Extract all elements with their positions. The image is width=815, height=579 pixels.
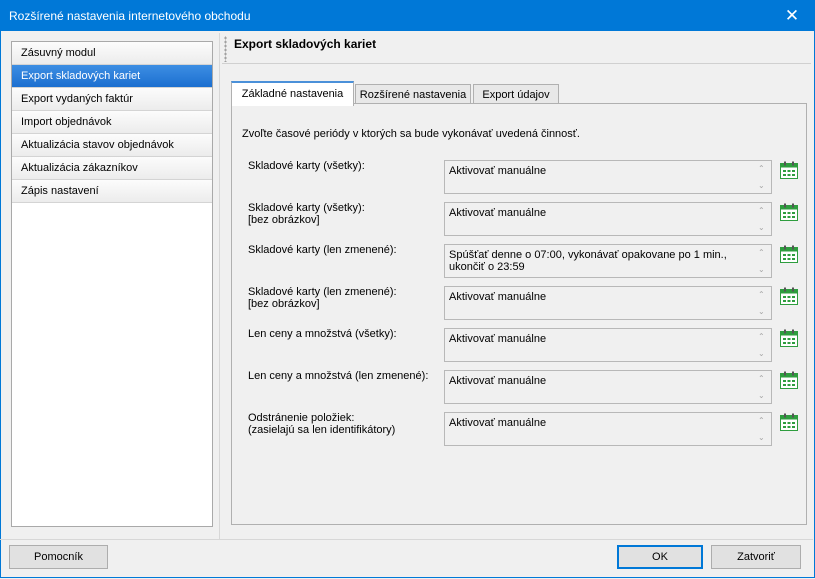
scroll-down-arrow-icon[interactable]: ⌄ xyxy=(758,223,765,232)
calendar-schedule-icon[interactable] xyxy=(779,245,799,264)
tab[interactable]: Rozšírené nastavenia xyxy=(355,84,471,105)
help-button[interactable]: Pomocník xyxy=(9,545,108,569)
sidebar-item[interactable]: Zápis nastavení xyxy=(12,180,212,203)
title-bar: Rozšírené nastavenia internetového obcho… xyxy=(0,0,815,31)
scrollbar[interactable]: ⌃ ⌄ xyxy=(754,162,770,192)
scrollbar[interactable]: ⌃ ⌄ xyxy=(754,204,770,234)
schedule-field[interactable]: Aktivovať manuálne ⌃ ⌄ xyxy=(444,160,772,194)
scroll-down-arrow-icon[interactable]: ⌄ xyxy=(758,391,765,400)
row-label: Skladové karty (len zmenené): [bez obrázk… xyxy=(248,286,397,310)
row-label: Odstránenie položiek: (zasielajú sa len i… xyxy=(248,412,395,436)
row-label-sub: [bez obrázkov] xyxy=(248,298,320,310)
schedule-value: Aktivovať manuálne xyxy=(449,165,547,177)
row-label-main: Len ceny a množstvá (len zmenené): xyxy=(248,370,429,382)
row-label: Skladové karty (všetky): xyxy=(248,160,365,172)
scroll-down-arrow-icon[interactable]: ⌄ xyxy=(758,181,765,190)
scrollbar[interactable]: ⌃ ⌄ xyxy=(754,414,770,444)
scroll-up-arrow-icon[interactable]: ⌃ xyxy=(758,206,765,215)
sidebar-item[interactable]: Export vydaných faktúr xyxy=(12,88,212,111)
schedule-value: Spúšťať denne o 07:00, vykonávať opakova… xyxy=(449,249,727,273)
close-button[interactable]: Zatvoriť xyxy=(711,545,801,569)
scrollbar[interactable]: ⌃ ⌄ xyxy=(754,246,770,276)
schedule-value: Aktivovať manuálne xyxy=(449,207,547,219)
scrollbar[interactable]: ⌃ ⌄ xyxy=(754,372,770,402)
tab[interactable]: Základné nastavenia xyxy=(231,81,354,106)
calendar-schedule-icon[interactable] xyxy=(779,371,799,390)
row-label-main: Skladové karty (len zmenené): xyxy=(248,244,397,256)
section-title: Export skladových kariet xyxy=(234,37,377,51)
row-label-sub: [bez obrázkov] xyxy=(248,214,320,226)
scroll-up-arrow-icon[interactable]: ⌃ xyxy=(758,248,765,257)
section-header: Export skladových kariet xyxy=(222,33,811,64)
row-label-main: Skladové karty (všetky): xyxy=(248,160,365,172)
grip-icon xyxy=(224,36,227,62)
intro-text: Zvoľte časové periódy v ktorých sa bude … xyxy=(242,128,580,140)
scroll-down-arrow-icon[interactable]: ⌄ xyxy=(758,307,765,316)
calendar-schedule-icon[interactable] xyxy=(779,287,799,306)
scroll-up-arrow-icon[interactable]: ⌃ xyxy=(758,332,765,341)
calendar-schedule-icon[interactable] xyxy=(779,161,799,180)
scroll-down-arrow-icon[interactable]: ⌄ xyxy=(758,433,765,442)
schedule-field[interactable]: Spúšťať denne o 07:00, vykonávať opakova… xyxy=(444,244,772,278)
schedule-field[interactable]: Aktivovať manuálne ⌃ ⌄ xyxy=(444,370,772,404)
window-title: Rozšírené nastavenia internetového obcho… xyxy=(9,9,251,23)
sidebar-item[interactable]: Export skladových kariet xyxy=(12,65,212,88)
row-label-main: Odstránenie položiek: xyxy=(248,412,355,424)
row-label-main: Skladové karty (len zmenené): xyxy=(248,286,397,298)
row-label: Skladové karty (len zmenené): xyxy=(248,244,397,256)
calendar-schedule-icon[interactable] xyxy=(779,329,799,348)
ok-button[interactable]: OK xyxy=(617,545,703,569)
scroll-up-arrow-icon[interactable]: ⌃ xyxy=(758,374,765,383)
calendar-schedule-icon[interactable] xyxy=(779,203,799,222)
scrollbar[interactable]: ⌃ ⌄ xyxy=(754,288,770,318)
footer-divider xyxy=(0,539,813,540)
scroll-up-arrow-icon[interactable]: ⌃ xyxy=(758,416,765,425)
scrollbar[interactable]: ⌃ ⌄ xyxy=(754,330,770,360)
schedule-value: Aktivovať manuálne xyxy=(449,375,547,387)
calendar-schedule-icon[interactable] xyxy=(779,413,799,432)
scroll-up-arrow-icon[interactable]: ⌃ xyxy=(758,290,765,299)
sidebar: Zásuvný modul Export skladových kariet Exp… xyxy=(11,41,213,527)
row-label: Len ceny a množstvá (len zmenené): xyxy=(248,370,428,382)
schedule-value: Aktivovať manuálne xyxy=(449,291,547,303)
schedule-field[interactable]: Aktivovať manuálne ⌃ ⌄ xyxy=(444,412,772,446)
scroll-up-arrow-icon[interactable]: ⌃ xyxy=(758,164,765,173)
row-label-main: Skladové karty (všetky): xyxy=(248,202,365,214)
row-label: Skladové karty (všetky): [bez obrázkov] xyxy=(248,202,365,226)
row-label-main: Len ceny a množstvá (všetky): xyxy=(248,328,397,340)
schedule-field[interactable]: Aktivovať manuálne ⌃ ⌄ xyxy=(444,286,772,320)
close-window-icon[interactable]: ✕ xyxy=(769,0,815,31)
sidebar-item[interactable]: Import objednávok xyxy=(12,111,212,134)
row-label: Len ceny a množstvá (všetky): xyxy=(248,328,397,340)
schedule-field[interactable]: Aktivovať manuálne ⌃ ⌄ xyxy=(444,202,772,236)
sidebar-item[interactable]: Aktualizácia zákazníkov xyxy=(12,157,212,180)
scroll-down-arrow-icon[interactable]: ⌄ xyxy=(758,349,765,358)
sidebar-item[interactable]: Aktualizácia stavov objednávok xyxy=(12,134,212,157)
schedule-value: Aktivovať manuálne xyxy=(449,333,547,345)
scroll-down-arrow-icon[interactable]: ⌄ xyxy=(758,265,765,274)
row-label-sub: (zasielajú sa len identifikátory) xyxy=(248,424,396,436)
tab[interactable]: Export údajov xyxy=(473,84,559,105)
schedule-value: Aktivovať manuálne xyxy=(449,417,547,429)
schedule-field[interactable]: Aktivovať manuálne ⌃ ⌄ xyxy=(444,328,772,362)
splitter[interactable] xyxy=(219,33,220,539)
sidebar-item[interactable]: Zásuvný modul xyxy=(12,42,212,65)
